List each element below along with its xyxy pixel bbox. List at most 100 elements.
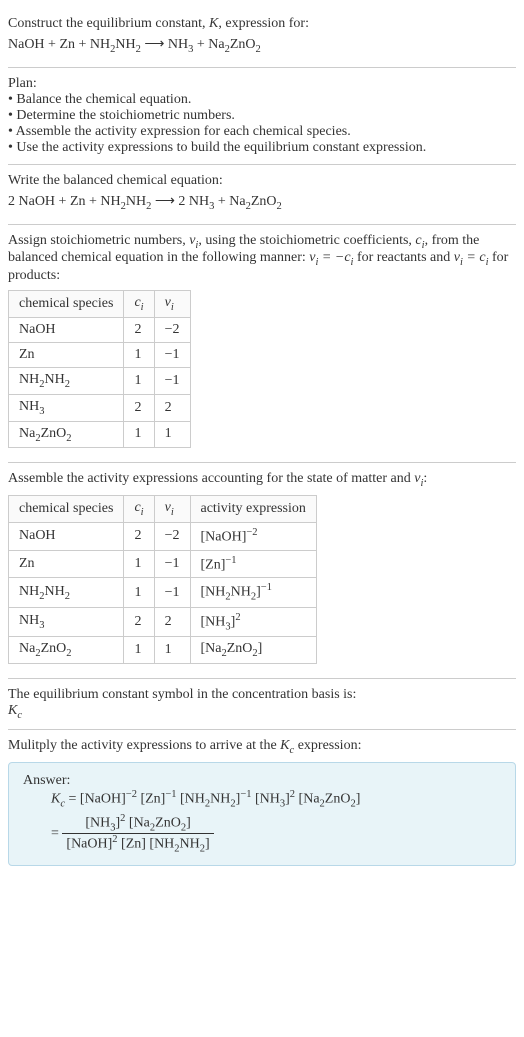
intro-text: Construct the equilibrium constant,	[8, 16, 209, 31]
cell: Zn	[9, 550, 124, 578]
exp: −1	[240, 789, 251, 800]
sub: 2	[121, 201, 126, 212]
sub: i	[141, 507, 144, 518]
intro-text-b: , expression for:	[218, 16, 309, 31]
cell: −1	[154, 550, 190, 578]
col-species: chemical species	[9, 496, 124, 523]
sub: i	[171, 302, 174, 313]
zn: [Zn]	[137, 791, 165, 806]
t: expression:	[294, 738, 361, 753]
t: [Na	[125, 816, 150, 831]
cell: −1	[154, 342, 190, 367]
nh3: [NH	[251, 791, 279, 806]
cell: 2	[154, 394, 190, 421]
cell: [NH3]2	[190, 607, 316, 636]
cell: Na2ZnO2	[9, 637, 124, 664]
table-row: NaOH2 −2[NaOH]−2	[9, 522, 317, 550]
sub2: 2	[110, 44, 115, 55]
balanced-heading: Write the balanced chemical equation:	[8, 173, 516, 189]
t: [Zn] [NH	[118, 837, 175, 852]
exp: −1	[165, 789, 176, 800]
t: Assemble the activity expressions accoun…	[8, 471, 414, 486]
kc-symbol-section: The equilibrium constant symbol in the c…	[8, 679, 516, 730]
table-row: Zn1−1[Zn]−1	[9, 550, 317, 578]
col-ci: ci	[124, 291, 154, 318]
plan-heading: Plan:	[8, 76, 516, 92]
table-row: NH2NH21−1[NH2NH2]−1	[9, 578, 317, 607]
col-activity: activity expression	[190, 496, 316, 523]
eq: = [NaOH]	[65, 791, 126, 806]
cell: NaOH	[9, 522, 124, 550]
bal-a: 2 NaOH + Zn + NH	[8, 194, 121, 209]
cell: NH2NH2	[9, 367, 124, 394]
cell: 1	[154, 637, 190, 664]
cell: [NaOH]−2	[190, 522, 316, 550]
cell: 2	[124, 394, 154, 421]
sub: 2	[277, 201, 282, 212]
fraction: [NH3]2 [Na2ZnO2] [NaOH]2 [Zn] [NH2NH2]	[62, 813, 213, 855]
col-nu: νi	[154, 291, 190, 318]
activity-text: Assemble the activity expressions accoun…	[8, 471, 516, 489]
sub2b: 2	[136, 44, 141, 55]
cell: [Zn]−1	[190, 550, 316, 578]
nh2nh2: [NH	[177, 791, 205, 806]
kc-symbol: Kc	[8, 703, 516, 721]
col-species: chemical species	[9, 291, 124, 318]
plan-bullet-4: • Use the activity expressions to build …	[8, 140, 516, 156]
cell: −1	[154, 578, 190, 607]
problem-statement: Construct the equilibrium constant, K, e…	[8, 8, 516, 68]
cell: 1	[154, 421, 190, 448]
balanced-equation: 2 NaOH + Zn + NH2NH2 ⟶ 2 NH3 + Na2ZnO2	[8, 193, 516, 212]
ax: [NaOH]	[201, 530, 247, 545]
cell: NH3	[9, 394, 124, 421]
cell: 1	[124, 342, 154, 367]
bal-b: ⟶ 2 NH	[151, 194, 209, 209]
zno2: ZnO	[230, 37, 256, 52]
cell: NH3	[9, 607, 124, 636]
plus: + Na	[193, 37, 224, 52]
t: [NH	[85, 816, 110, 831]
cell: NH2NH2	[9, 578, 124, 607]
plan-bullet-2: • Determine the stoichiometric numbers.	[8, 108, 516, 124]
na2zno2: [Na	[295, 791, 320, 806]
answer-box: Answer: Kc = [NaOH]−2 [Zn]−1 [NH2NH2]−1 …	[8, 762, 516, 866]
ax: [Zn]	[201, 557, 226, 572]
cell: Zn	[9, 342, 124, 367]
kc: K	[51, 791, 60, 806]
multiply-text: Mulitply the activity expressions to arr…	[8, 738, 516, 756]
cell: 1	[124, 578, 154, 607]
t: ZnO	[155, 816, 181, 831]
plan-bullet-3: • Assemble the activity expression for e…	[8, 124, 516, 140]
arrow-rhs: ⟶ NH	[144, 37, 188, 52]
kc-line: The equilibrium constant symbol in the c…	[8, 687, 516, 703]
table-row: NH322[NH3]2	[9, 607, 317, 636]
nh2nh2b: NH	[210, 791, 230, 806]
t: NH	[180, 837, 200, 852]
activity-section: Assemble the activity expressions accoun…	[8, 463, 516, 679]
col-nu: νi	[154, 496, 190, 523]
exp: −1	[225, 555, 236, 566]
kc-fraction: = [NH3]2 [Na2ZnO2] [NaOH]2 [Zn] [NH2NH2]	[51, 813, 501, 855]
t: ]	[205, 837, 210, 852]
k: K	[8, 703, 17, 718]
activity-table: chemical species ci νi activity expressi…	[8, 495, 317, 664]
answer-section: Mulitply the activity expressions to arr…	[8, 730, 516, 874]
t: :	[423, 471, 427, 486]
cell: 2	[124, 522, 154, 550]
plan-bullet-1: • Balance the chemical equation.	[8, 92, 516, 108]
cell: [NH2NH2]−1	[190, 578, 316, 607]
table-header-row: chemical species ci νi activity expressi…	[9, 496, 317, 523]
table-row: Zn1−1	[9, 342, 191, 367]
na2zno2b: ZnO	[325, 791, 351, 806]
bal-c: + Na	[214, 194, 245, 209]
table-row: NH322	[9, 394, 191, 421]
exp: −2	[246, 527, 257, 538]
exp: −1	[261, 582, 272, 593]
k: K	[280, 738, 289, 753]
table-row: Na2ZnO211	[9, 421, 191, 448]
denominator: [NaOH]2 [Zn] [NH2NH2]	[62, 834, 213, 854]
sub: i	[171, 507, 174, 518]
cell: NaOH	[9, 317, 124, 342]
table-row: Na2ZnO211[Na2ZnO2]	[9, 637, 317, 664]
table-row: NH2NH21−1	[9, 367, 191, 394]
